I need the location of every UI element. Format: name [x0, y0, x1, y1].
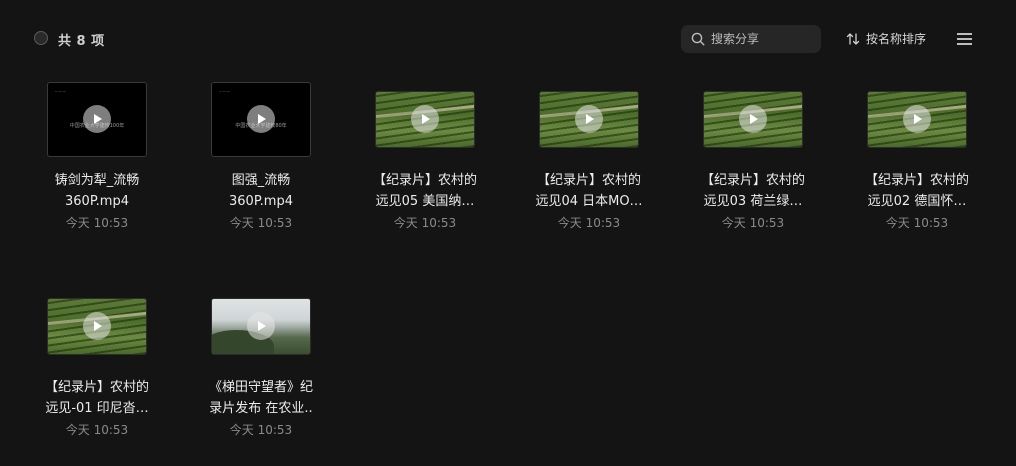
file-name: 【纪录片】农村的 远见05 美国纳…: [372, 173, 477, 209]
file-item[interactable]: 【纪录片】农村的 远见05 美国纳… 今天 10:53: [365, 73, 485, 253]
file-name: 【纪录片】农村的 远见-01 印尼沓…: [44, 380, 149, 416]
file-timestamp: 今天 10:53: [557, 216, 621, 230]
play-icon[interactable]: [83, 312, 111, 340]
file-item[interactable]: 【纪录片】农村的 远见02 德国怀… 今天 10:53: [857, 73, 977, 253]
video-thumbnail: ········· 中国农业大学建校80年: [211, 81, 311, 157]
play-icon[interactable]: [83, 105, 111, 133]
file-name: 【纪录片】农村的 远见04 日本MO…: [535, 173, 643, 209]
file-name: 【纪录片】农村的 远见03 荷兰绿…: [700, 173, 805, 209]
file-name: 《梯田守望者》纪 录片发布 在农业..: [208, 380, 313, 416]
file-item[interactable]: 《梯田守望者》纪 录片发布 在农业.. 今天 10:53: [201, 280, 321, 460]
file-timestamp: 今天 10:53: [721, 216, 785, 230]
sort-label: 按名称排序: [866, 32, 927, 46]
video-thumbnail: [47, 297, 147, 355]
hamburger-menu-icon[interactable]: [957, 32, 973, 46]
sort-button[interactable]: 按名称排序: [846, 30, 926, 47]
sort-arrows-icon: [846, 32, 860, 45]
thumbnail: ········· 中国农业大学建校100年: [37, 73, 157, 165]
file-name: 图强_流畅 360P.mp4: [229, 173, 293, 209]
file-item[interactable]: ········· 中国农业大学建校80年 图强_流畅 360P.mp4 今天 …: [201, 73, 321, 253]
video-thumbnail: [375, 90, 475, 148]
play-icon[interactable]: [247, 312, 275, 340]
thumbnail: [693, 73, 813, 165]
play-icon[interactable]: [411, 105, 439, 133]
play-icon[interactable]: [575, 105, 603, 133]
search-input[interactable]: [711, 32, 811, 46]
file-timestamp: 今天 10:53: [229, 423, 293, 437]
thumbnail-corner-text: ·········: [55, 88, 67, 94]
file-name: 铸剑为犁_流畅 360P.mp4: [54, 173, 140, 209]
video-thumbnail: ········· 中国农业大学建校100年: [47, 81, 147, 157]
file-timestamp: 今天 10:53: [65, 216, 129, 230]
select-all-checkbox[interactable]: [34, 31, 48, 45]
file-item[interactable]: 【纪录片】农村的 远见-01 印尼沓… 今天 10:53: [37, 280, 157, 460]
item-count-label: 共 8 项: [58, 34, 105, 49]
file-item[interactable]: 【纪录片】农村的 远见04 日本MO… 今天 10:53: [529, 73, 649, 253]
search-box[interactable]: [681, 25, 821, 53]
thumbnail-corner-text: ·········: [219, 88, 231, 94]
thumbnail: ········· 中国农业大学建校80年: [201, 73, 321, 165]
video-thumbnail: [867, 90, 967, 148]
video-thumbnail: [539, 90, 639, 148]
video-thumbnail: [703, 90, 803, 148]
toolbar: 共 8 项 按名称排序: [0, 0, 1016, 78]
play-icon[interactable]: [903, 105, 931, 133]
thumbnail: [365, 73, 485, 165]
file-timestamp: 今天 10:53: [229, 216, 293, 230]
search-icon: [691, 32, 705, 46]
thumbnail: [37, 280, 157, 372]
file-timestamp: 今天 10:53: [885, 216, 949, 230]
file-timestamp: 今天 10:53: [393, 216, 457, 230]
thumbnail: [857, 73, 977, 165]
file-timestamp: 今天 10:53: [65, 423, 129, 437]
video-thumbnail: [211, 297, 311, 355]
file-item[interactable]: ········· 中国农业大学建校100年 铸剑为犁_流畅 360P.mp4 …: [37, 73, 157, 253]
play-icon[interactable]: [739, 105, 767, 133]
file-item[interactable]: 【纪录片】农村的 远见03 荷兰绿… 今天 10:53: [693, 73, 813, 253]
thumbnail: [201, 280, 321, 372]
thumbnail: [529, 73, 649, 165]
play-icon[interactable]: [247, 105, 275, 133]
file-name: 【纪录片】农村的 远见02 德国怀…: [864, 173, 969, 209]
